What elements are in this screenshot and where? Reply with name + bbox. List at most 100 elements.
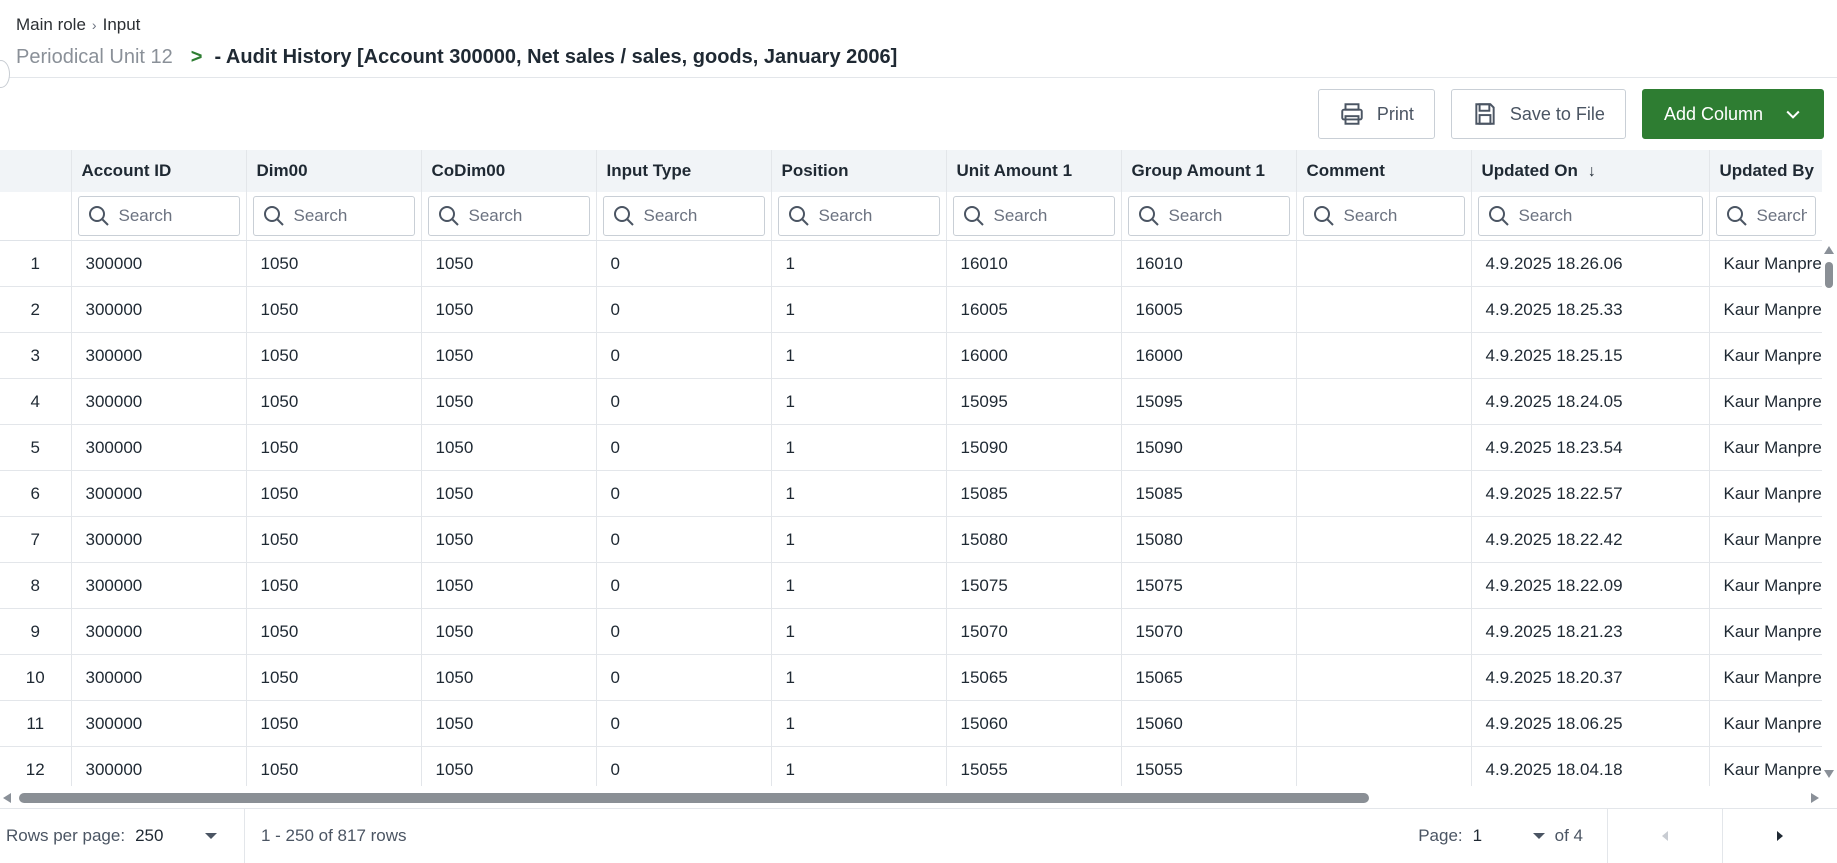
search-box[interactable] (427, 196, 590, 236)
rows-per-page-dropdown-icon[interactable] (205, 833, 218, 839)
column-header-dim00[interactable]: Dim00 (246, 150, 422, 192)
column-header-input-type[interactable]: Input Type (596, 150, 772, 192)
search-box[interactable] (777, 196, 940, 236)
column-header-updated-on[interactable]: Updated On ↓ (1471, 150, 1710, 192)
search-box[interactable] (1127, 196, 1290, 236)
cell-comment (1296, 332, 1472, 379)
rows-per-page-label: Rows per page: (6, 826, 126, 845)
print-button[interactable]: Print (1317, 89, 1435, 139)
search-input-updated-on[interactable] (1518, 206, 1694, 226)
breadcrumb: Main role › Input (16, 14, 1821, 36)
title-arrow-icon: > (190, 46, 203, 68)
table-row[interactable]: 5 300000 1050 1050 0 1 15090 15090 4.9.2025 18.2… (0, 424, 1822, 471)
column-header-codim00[interactable]: CoDim00 (421, 150, 597, 192)
search-box[interactable] (602, 196, 765, 236)
search-box[interactable] (1477, 196, 1703, 236)
cell-dim00: 1050 (246, 654, 422, 701)
vertical-scrollbar[interactable] (1822, 240, 1837, 786)
search-input-account-id[interactable] (118, 206, 231, 226)
cell-group-amount: 15055 (1121, 746, 1297, 786)
search-box[interactable] (952, 196, 1115, 236)
cell-account-id: 300000 (71, 378, 247, 425)
row-number: 5 (0, 424, 72, 471)
table-row[interactable]: 4 300000 1050 1050 0 1 15095 15095 4.9.2025 18.2… (0, 378, 1822, 425)
sort-descending-icon[interactable]: ↓ (1588, 163, 1596, 180)
cell-group-amount: 15060 (1121, 700, 1297, 747)
rows-per-page-select[interactable]: 250 (135, 826, 195, 846)
column-header-comment[interactable]: Comment (1296, 150, 1472, 192)
breadcrumb-item-input[interactable]: Input (103, 15, 141, 35)
breadcrumb-item-main-role[interactable]: Main role (16, 15, 86, 35)
search-input-input-type[interactable] (643, 206, 756, 226)
search-box[interactable] (77, 196, 240, 236)
column-header-unit-amount[interactable]: Unit Amount 1 (946, 150, 1122, 192)
cell-input-type: 0 (596, 378, 772, 425)
cell-updated-by: Kaur Manpre (1709, 746, 1822, 786)
save-to-file-button[interactable]: Save to File (1450, 89, 1626, 139)
audit-history-page: Main role › Input Periodical Unit 12 > -… (0, 0, 1837, 863)
cell-group-amount: 15070 (1121, 608, 1297, 655)
table-row[interactable]: 8 300000 1050 1050 0 1 15075 15075 4.9.2025 18.2… (0, 562, 1822, 609)
column-header-group-amount[interactable]: Group Amount 1 (1121, 150, 1297, 192)
title-unit[interactable]: Periodical Unit 12 (16, 46, 173, 69)
search-input-unit-amount[interactable] (993, 206, 1106, 226)
previous-page-button[interactable] (1607, 808, 1722, 863)
table-row[interactable]: 6 300000 1050 1050 0 1 15085 15085 4.9.2025 18.2… (0, 470, 1822, 517)
search-input-codim00[interactable] (468, 206, 581, 226)
table-row[interactable]: 11 300000 1050 1050 0 1 15060 15060 4.9.2025 18.… (0, 700, 1822, 747)
scroll-down-icon[interactable] (1824, 770, 1834, 778)
search-input-group-amount[interactable] (1168, 206, 1281, 226)
save-to-file-label: Save to File (1509, 103, 1605, 124)
search-box[interactable] (1302, 196, 1465, 236)
column-header-updated-by[interactable]: Updated By (1709, 150, 1822, 192)
cell-comment (1296, 654, 1472, 701)
cell-position: 1 (771, 286, 947, 333)
table-row[interactable]: 2 300000 1050 1050 0 1 16005 16005 4.9.2025 18.2… (0, 286, 1822, 333)
cell-dim00: 1050 (246, 470, 422, 517)
search-box[interactable] (1715, 196, 1816, 236)
scroll-up-icon[interactable] (1824, 246, 1834, 254)
horizontal-scrollbar[interactable] (0, 788, 1822, 808)
next-page-button[interactable] (1722, 808, 1837, 863)
column-header-account-id[interactable]: Account ID (71, 150, 247, 192)
filter-cell-input-type (596, 192, 772, 241)
horizontal-scrollbar-thumb[interactable] (19, 793, 1369, 803)
cell-comment (1296, 378, 1472, 425)
table-row[interactable]: 10 300000 1050 1050 0 1 15065 15065 4.9.2025 18.… (0, 654, 1822, 701)
cell-codim00: 1050 (421, 562, 597, 609)
cell-comment (1296, 286, 1472, 333)
cell-account-id: 300000 (71, 516, 247, 563)
add-column-button[interactable]: Add Column (1641, 89, 1824, 139)
table-row[interactable]: 7 300000 1050 1050 0 1 15080 15080 4.9.2025 18.2… (0, 516, 1822, 563)
page-dropdown-icon[interactable] (1532, 833, 1545, 839)
cell-input-type: 0 (596, 470, 772, 517)
page-select[interactable]: 1 (1473, 826, 1523, 846)
search-input-comment[interactable] (1343, 206, 1456, 226)
rows-per-page: Rows per page: 250 (0, 808, 245, 863)
search-input-updated-by[interactable] (1756, 206, 1807, 226)
column-header-position[interactable]: Position (771, 150, 947, 192)
search-input-dim00[interactable] (293, 206, 406, 226)
cell-codim00: 1050 (421, 654, 597, 701)
cell-input-type: 0 (596, 608, 772, 655)
add-column-label: Add Column (1663, 103, 1763, 124)
search-icon (1726, 206, 1747, 226)
cell-updated-on: 4.9.2025 18.22.57 (1471, 470, 1710, 517)
vertical-scrollbar-thumb[interactable] (1825, 262, 1833, 288)
scroll-left-icon[interactable] (3, 793, 11, 803)
print-button-label: Print (1376, 103, 1414, 124)
title-main: - Audit History [Account 300000, Net sal… (214, 46, 898, 68)
chevron-down-icon (1786, 110, 1800, 119)
cell-position: 1 (771, 240, 947, 287)
search-box[interactable] (252, 196, 415, 236)
table-row[interactable]: 12 300000 1050 1050 0 1 15055 15055 4.9.2025 18.… (0, 746, 1822, 786)
cell-comment (1296, 562, 1472, 609)
scroll-right-icon[interactable] (1811, 793, 1819, 803)
table-row[interactable]: 1 300000 1050 1050 0 1 16010 16010 4.9.2025 18.2… (0, 240, 1822, 287)
filter-cell-comment (1296, 192, 1472, 241)
table-row[interactable]: 3 300000 1050 1050 0 1 16000 16000 4.9.2025 18.2… (0, 332, 1822, 379)
search-icon (1313, 206, 1334, 226)
table-row[interactable]: 9 300000 1050 1050 0 1 15070 15070 4.9.2025 18.2… (0, 608, 1822, 655)
cell-account-id: 300000 (71, 332, 247, 379)
search-input-position[interactable] (818, 206, 931, 226)
